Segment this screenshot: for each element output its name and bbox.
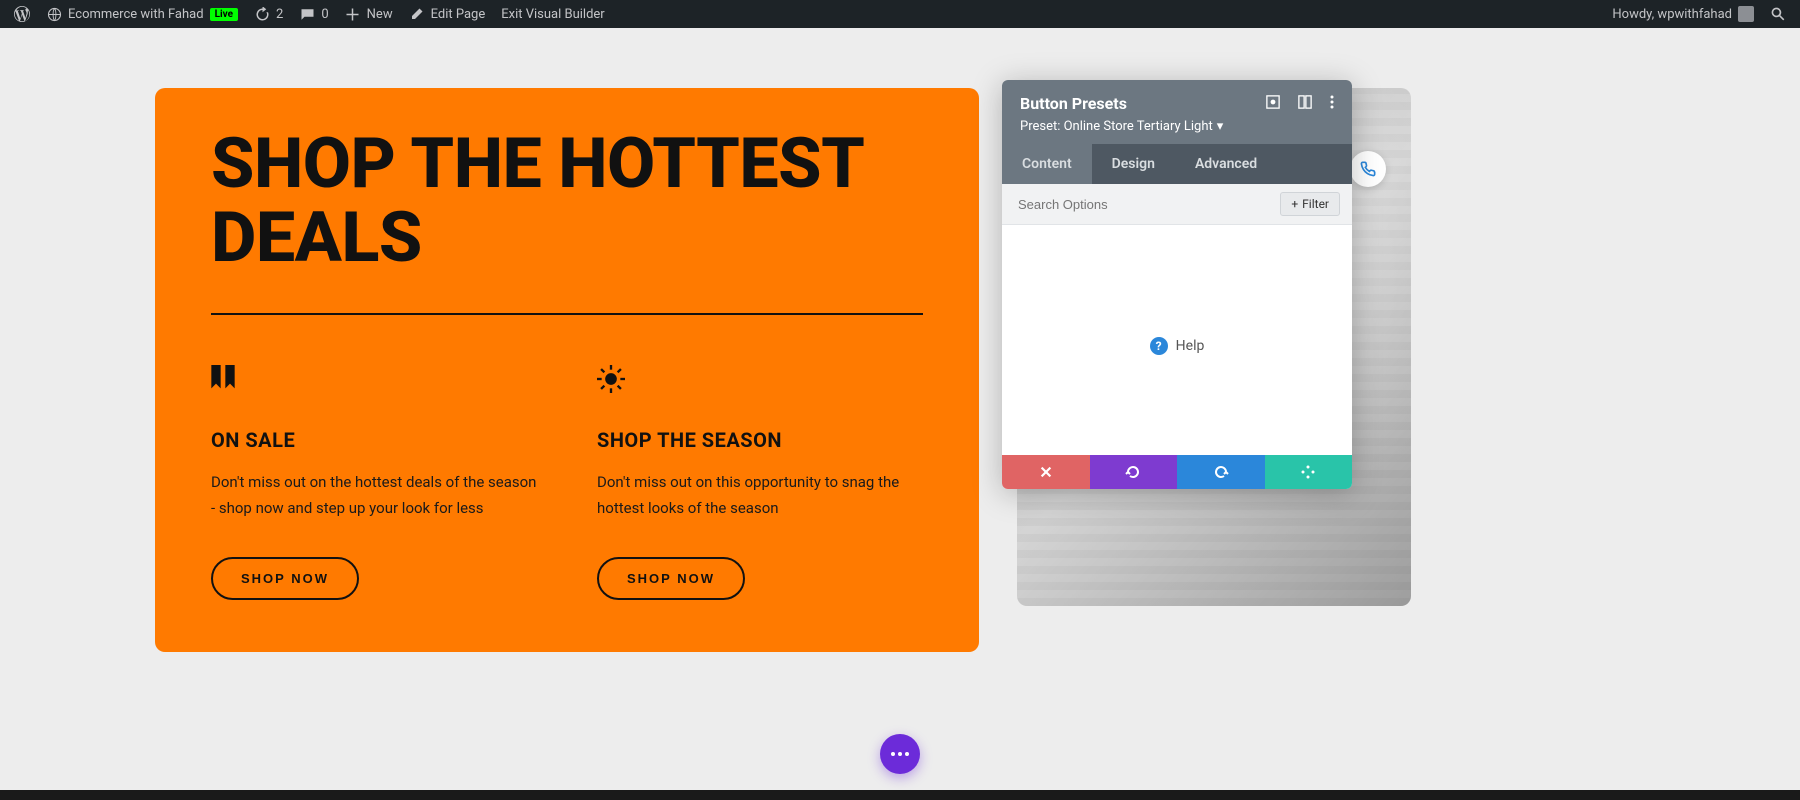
exit-builder-label: Exit Visual Builder [501,7,604,22]
site-name-link[interactable]: Ecommerce with Fahad Live [38,0,246,28]
canvas-inner: SHOP THE HOTTEST DEALS ON SALE Don't mis… [0,28,1800,652]
undo-button[interactable] [1090,455,1178,489]
updates-link[interactable]: 2 [246,0,291,28]
hero-col-season: SHOP THE SEASON Don't miss out on this o… [597,365,923,600]
footer-bar [0,790,1800,800]
shop-now-button[interactable]: SHOP NOW [597,557,745,600]
wordpress-icon [14,6,30,22]
redo-button[interactable] [1177,455,1265,489]
home-icon [46,6,62,22]
hero-divider [211,313,923,315]
expand-icon[interactable] [1266,95,1280,113]
edit-page-link[interactable]: Edit Page [401,0,494,28]
site-name: Ecommerce with Fahad [68,7,204,22]
admin-bar-left: Ecommerce with Fahad Live 2 0 New Edit [6,0,613,28]
help-link[interactable]: ? Help [1150,257,1205,435]
hero-col-on-sale: ON SALE Don't miss out on the hottest de… [211,365,537,600]
howdy-link[interactable]: Howdy, wpwithfahad [1604,0,1762,28]
page-canvas: SHOP THE HOTTEST DEALS ON SALE Don't mis… [0,28,1800,800]
tab-content[interactable]: Content [1002,144,1092,184]
cancel-button[interactable] [1002,455,1090,489]
edit-page-label: Edit Page [431,7,486,22]
hero-title: SHOP THE HOTTEST DEALS [211,128,923,275]
live-badge: Live [210,8,238,21]
comments-count: 0 [321,7,328,22]
comments-link[interactable]: 0 [291,0,336,28]
filter-label: Filter [1302,197,1329,211]
new-label: New [367,7,393,22]
tab-design[interactable]: Design [1092,144,1175,184]
wp-admin-bar: Ecommerce with Fahad Live 2 0 New Edit [0,0,1800,28]
wp-logo[interactable] [6,0,38,28]
col-text: Don't miss out on this opportunity to sn… [597,470,923,521]
panel-title: Button Presets [1020,94,1127,113]
search-options-input[interactable] [1014,193,1280,216]
hero-columns: ON SALE Don't miss out on the hottest de… [211,365,923,600]
divi-fab[interactable] [880,734,920,774]
settings-panel: Button Presets Preset: Online Store Tert… [1002,80,1352,489]
panel-title-row: Button Presets [1020,94,1334,113]
tab-advanced[interactable]: Advanced [1175,144,1277,184]
preset-label: Preset: Online Store Tertiary Light [1020,119,1213,134]
howdy-text: Howdy, wpwithfahad [1612,7,1732,22]
new-link[interactable]: New [337,0,401,28]
help-icon: ? [1150,337,1168,355]
col-title: SHOP THE SEASON [597,428,923,452]
phone-float-button[interactable] [1350,151,1386,187]
avatar [1738,6,1754,22]
chevron-down-icon: ▾ [1217,119,1224,134]
panel-tabs: Content Design Advanced [1002,144,1352,184]
plus-icon [345,6,361,22]
col-title: ON SALE [211,428,537,452]
pencil-icon [409,6,425,22]
search-icon [1770,6,1786,22]
panel-header-icons [1266,95,1334,113]
save-button[interactable] [1265,455,1353,489]
exit-builder-link[interactable]: Exit Visual Builder [493,0,612,28]
sun-icon [597,365,923,400]
admin-bar-right: Howdy, wpwithfahad [1604,0,1794,28]
panel-search-row: + Filter [1002,184,1352,225]
col-text: Don't miss out on the hottest deals of t… [211,470,537,521]
help-label: Help [1176,338,1205,354]
comment-icon [299,6,315,22]
snap-icon[interactable] [1298,95,1312,113]
bookmark-icon [211,365,537,400]
update-icon [254,6,270,22]
updates-count: 2 [276,7,283,22]
panel-body: ? Help [1002,225,1352,455]
search-toggle[interactable] [1762,0,1794,28]
more-icon[interactable] [1330,95,1334,113]
plus-icon: + [1291,197,1298,211]
shop-now-button[interactable]: SHOP NOW [211,557,359,600]
hero-card: SHOP THE HOTTEST DEALS ON SALE Don't mis… [155,88,979,652]
panel-header[interactable]: Button Presets Preset: Online Store Tert… [1002,80,1352,144]
dots-icon [891,752,909,756]
filter-button[interactable]: + Filter [1280,192,1340,216]
preset-selector[interactable]: Preset: Online Store Tertiary Light ▾ [1020,119,1334,134]
panel-footer [1002,455,1352,489]
